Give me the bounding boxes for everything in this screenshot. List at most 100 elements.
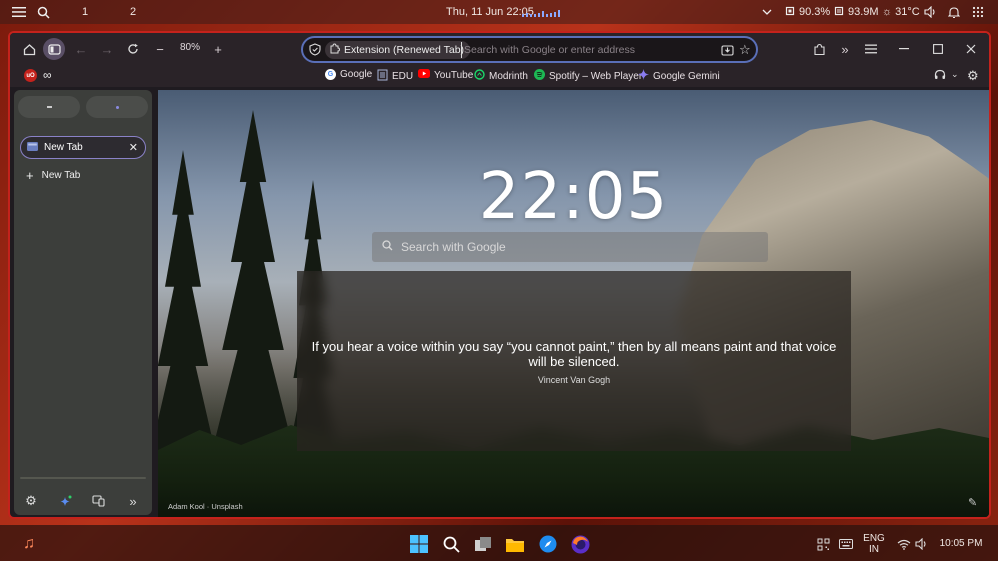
pinned-tab-2[interactable]	[86, 96, 148, 118]
firefox-icon[interactable]	[569, 533, 591, 555]
bookmark-youtube[interactable]: YouTube	[418, 69, 473, 81]
zoom-in-icon[interactable]: +	[207, 38, 229, 60]
overflow-chevrons-icon[interactable]: »	[834, 38, 856, 60]
close-window-icon[interactable]	[960, 38, 982, 60]
keyboard-icon[interactable]	[835, 533, 857, 555]
qr-scanner-icon[interactable]	[812, 533, 834, 555]
reload-icon[interactable]	[122, 38, 144, 60]
workspace-2[interactable]: 2	[130, 0, 136, 24]
maximize-icon[interactable]	[927, 38, 949, 60]
new-tab-label: New Tab	[41, 170, 81, 181]
gemini-icon	[638, 69, 649, 83]
plus-icon: +	[26, 168, 34, 183]
new-tab-button[interactable]: + New Tab	[26, 168, 80, 183]
settings-gear-icon[interactable]: ⚙	[22, 492, 40, 510]
back-arrow-icon[interactable]: ←	[70, 38, 92, 60]
modrinth-icon	[474, 69, 485, 83]
puzzle-piece-icon	[329, 43, 341, 57]
file-explorer-icon[interactable]	[504, 533, 526, 555]
shield-icon[interactable]	[309, 43, 321, 61]
settings-gear-icon[interactable]: ⚙	[967, 68, 979, 84]
bookmark-modrinth[interactable]: Modrinth	[474, 69, 528, 83]
new-tab-clock: 22:05	[478, 160, 669, 234]
pencil-edit-icon[interactable]: ✎	[968, 496, 977, 509]
google-search-box[interactable]: Search with Google	[372, 232, 768, 262]
pinned-tab-favicon	[46, 106, 52, 108]
hamburger-menu-icon[interactable]	[860, 38, 882, 60]
region-code: IN	[869, 544, 879, 555]
browser-window: ← → − 80% + Extension (Renewed Tab) ☆	[8, 31, 991, 519]
bookmark-spotify[interactable]: Spotify – Web Player	[534, 69, 642, 83]
menu-icon[interactable]	[12, 0, 26, 24]
weather-widget[interactable]: ☼ 31°C	[882, 0, 920, 24]
forward-arrow-icon[interactable]: →	[96, 38, 118, 60]
bookmark-gemini[interactable]: Google Gemini	[638, 69, 720, 83]
workspace-1[interactable]: 1	[82, 0, 88, 24]
spotify-icon	[534, 69, 545, 83]
app-grid-icon[interactable]	[972, 0, 984, 24]
task-view-icon[interactable]	[472, 533, 494, 555]
address-bar[interactable]: Extension (Renewed Tab) ☆	[301, 36, 758, 63]
extension-label: Extension (Renewed Tab)	[344, 44, 465, 56]
bookmark-google[interactable]: G Google	[325, 69, 372, 80]
cpu-value: 90.3%	[799, 6, 831, 18]
extension-identity-chip[interactable]: Extension (Renewed Tab)	[325, 41, 471, 59]
volume-icon[interactable]	[924, 0, 937, 24]
tab-title: New Tab	[44, 142, 83, 153]
search-placeholder: Search with Google	[401, 240, 506, 254]
input-language[interactable]: ENG IN	[862, 533, 886, 555]
sun-icon: ☼	[882, 6, 893, 18]
pinned-tab-1[interactable]	[18, 96, 80, 118]
quote-text: If you hear a voice within you say “you …	[311, 339, 837, 369]
bookmark-label: Google Gemini	[653, 70, 720, 82]
expand-sidebar-icon[interactable]: »	[124, 492, 142, 510]
memory-value: 93.9M	[848, 6, 879, 18]
quote-author: Vincent Van Gogh	[537, 375, 611, 385]
taskbar-clock[interactable]: 10:05 PM	[936, 538, 986, 549]
search-icon[interactable]	[37, 0, 50, 24]
windows-taskbar: ♫ ENG IN 10:05 PM	[0, 525, 998, 561]
photo-credit-link[interactable]: Adam Kool · Unsplash	[168, 502, 243, 511]
ai-sparkle-icon[interactable]	[56, 492, 74, 510]
browser-toolbar: ← → − 80% + Extension (Renewed Tab) ☆	[10, 33, 989, 65]
infinity-extension-icon[interactable]: ∞	[43, 68, 52, 82]
music-note-icon[interactable]: ♫	[18, 533, 40, 555]
clock-date[interactable]: Thu, 11 Jun 22:05	[446, 0, 534, 24]
memory-icon	[833, 5, 845, 20]
windows-start-icon[interactable]	[408, 533, 430, 555]
language-code: ENG	[863, 533, 885, 544]
memory-monitor[interactable]: 93.9M	[833, 0, 879, 24]
bookmarks-bar: uO ∞ G Google EDU YouTube Modrinth Spoti…	[10, 65, 989, 87]
zoom-out-icon[interactable]: −	[149, 38, 171, 60]
minimize-icon[interactable]	[893, 38, 915, 60]
speaker-icon[interactable]	[910, 533, 932, 555]
notification-bell-icon[interactable]	[948, 0, 960, 24]
bookmark-edu[interactable]: EDU	[377, 69, 413, 84]
sidebar-toggle-icon[interactable]	[43, 38, 65, 60]
cpu-icon	[784, 5, 796, 20]
cpu-monitor[interactable]: 90.3%	[784, 0, 830, 24]
taskbar-search-icon[interactable]	[440, 533, 462, 555]
search-icon	[382, 240, 393, 254]
safari-compass-icon[interactable]	[537, 533, 559, 555]
extensions-icon[interactable]	[808, 38, 830, 60]
tab-favicon-icon	[27, 141, 38, 154]
bookmark-label: Modrinth	[489, 70, 528, 82]
ublock-origin-icon[interactable]: uO	[24, 69, 37, 82]
chevron-down-icon[interactable]	[762, 0, 772, 24]
tab-new-tab-active[interactable]: New Tab ✕	[20, 136, 146, 159]
headphones-icon[interactable]	[934, 69, 946, 83]
sidebar-divider	[20, 477, 146, 479]
vertical-tabs-sidebar: New Tab ✕ + New Tab ⚙ »	[14, 90, 152, 515]
desktop-top-bar: 1 2 Thu, 11 Jun 22:05 90.3% 93.9M ☼ 31°C	[0, 0, 998, 24]
bookmark-star-icon[interactable]: ☆	[739, 42, 751, 58]
pinned-tab-favicon	[115, 105, 119, 109]
home-icon[interactable]	[18, 38, 40, 60]
synced-devices-icon[interactable]	[89, 492, 107, 510]
download-tray-icon[interactable]	[721, 43, 734, 61]
document-icon	[377, 69, 388, 84]
close-tab-icon[interactable]: ✕	[129, 141, 138, 154]
chevron-down-icon[interactable]: ⌄	[951, 69, 959, 80]
url-input[interactable]	[461, 42, 711, 58]
zoom-level[interactable]: 80%	[180, 42, 200, 53]
